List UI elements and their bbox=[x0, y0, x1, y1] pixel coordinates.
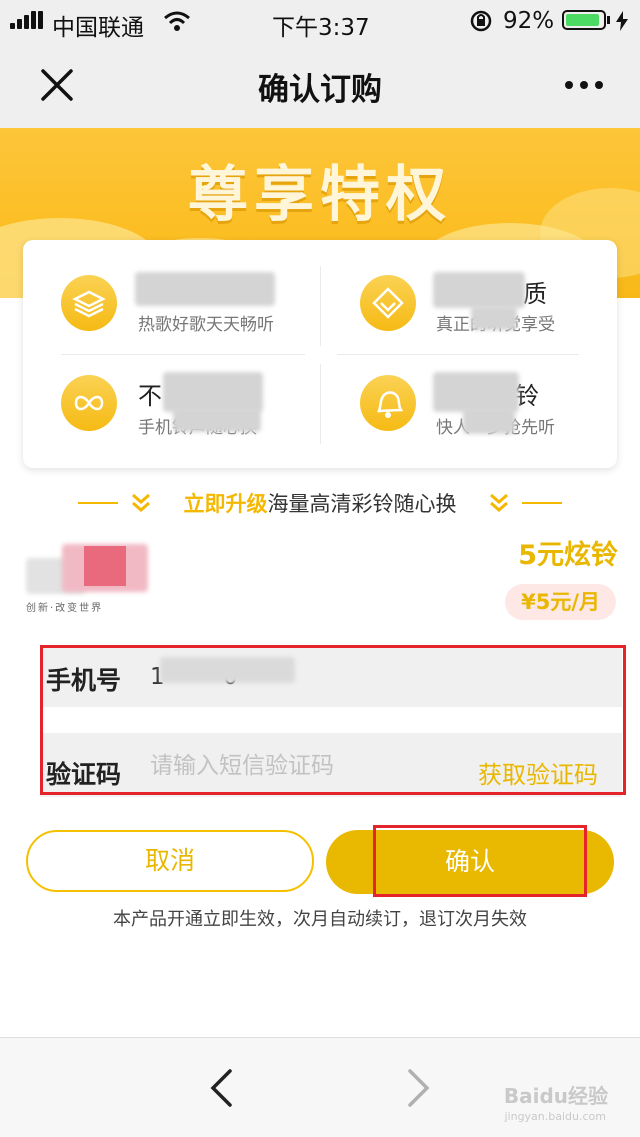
chevron-down-icon bbox=[490, 493, 508, 512]
features-card: 热歌好歌天天畅听 质 真正的听觉享受 不 手机铃声随心换 铃 快人一步抢先听 bbox=[23, 240, 617, 468]
feature-title: 质 bbox=[523, 280, 547, 308]
form-highlight-box bbox=[40, 645, 626, 795]
forward-icon[interactable] bbox=[406, 1068, 432, 1108]
watermark: Baidu经验 bbox=[503, 1084, 608, 1108]
promo-text: 海量高清彩铃随心换 bbox=[267, 492, 457, 516]
cancel-button[interactable]: 取消 bbox=[26, 830, 314, 892]
page-title: 确认订购 bbox=[258, 72, 382, 108]
promo-line: 立即升级海量高清彩铃随心换 bbox=[0, 486, 640, 520]
price-badge: ¥5元/月 bbox=[505, 584, 616, 620]
orientation-lock-icon bbox=[470, 10, 492, 32]
feature-title: 不 bbox=[138, 382, 162, 410]
diamond-icon bbox=[360, 275, 416, 331]
infinity-icon bbox=[61, 375, 117, 431]
wifi-icon bbox=[164, 11, 190, 31]
bell-icon bbox=[360, 375, 416, 431]
carrier-label: 中国联通 bbox=[52, 15, 144, 41]
banner-title: 尊享特权 bbox=[188, 160, 452, 230]
feature-subtitle: 热歌好歌天天畅听 bbox=[138, 315, 274, 335]
layers-icon bbox=[61, 275, 117, 331]
status-bar: 中国联通 下午3:37 92% bbox=[0, 0, 640, 42]
subscription-notice: 本产品开通立即生效，次月自动续订，退订次月失效 bbox=[113, 909, 527, 930]
promo-highlight: 立即升级 bbox=[183, 492, 268, 516]
charging-bolt-icon bbox=[616, 11, 628, 31]
watermark-url: jingyan.baidu.com bbox=[504, 1110, 606, 1123]
battery-percent: 92% bbox=[503, 8, 555, 34]
browser-bottom-bar: Baidu经验 jingyan.baidu.com bbox=[0, 1037, 640, 1137]
brand-logo bbox=[26, 540, 148, 598]
back-icon[interactable] bbox=[208, 1068, 234, 1108]
product-name: 5元炫铃 bbox=[518, 540, 618, 571]
clock: 下午3:37 bbox=[272, 15, 370, 41]
battery-icon bbox=[562, 10, 606, 30]
nav-bar: 确认订购 bbox=[0, 42, 640, 128]
confirm-highlight-box bbox=[373, 825, 587, 897]
logo-slogan: 创新·改变世界 bbox=[26, 603, 104, 614]
more-icon[interactable] bbox=[564, 80, 604, 90]
